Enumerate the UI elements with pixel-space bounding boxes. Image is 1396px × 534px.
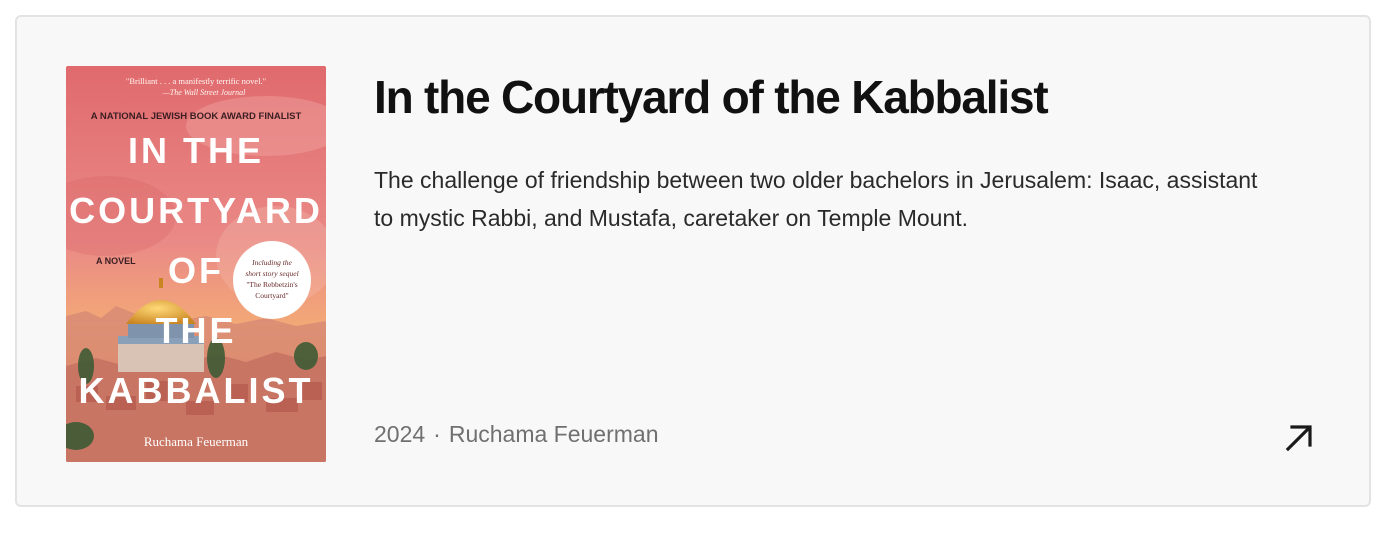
book-title[interactable]: In the Courtyard of the Kabbalist	[374, 67, 1049, 127]
cover-quote: "Brilliant . . . a manifestly terrific n…	[126, 76, 266, 86]
cover-title-line: IN THE	[128, 130, 264, 171]
cover-badge-line: Including the	[251, 258, 292, 267]
cover-title-line: KABBALIST	[79, 370, 314, 411]
cover-quote-source: —The Wall Street Journal	[162, 88, 247, 97]
cover-badge-line: Courtyard"	[255, 291, 288, 300]
book-card[interactable]: "Brilliant . . . a manifestly terrific n…	[15, 15, 1371, 507]
cover-badge-line: short story sequel	[245, 269, 298, 278]
arrow-up-right-icon[interactable]	[1279, 417, 1319, 457]
cover-title-line: THE	[156, 310, 237, 351]
publication-year: 2024	[374, 421, 426, 447]
cover-title-line: COURTYARD	[69, 190, 323, 231]
cover-badge-line: "The Rebbetzin's	[246, 280, 297, 289]
meta-separator: ·	[433, 421, 441, 447]
cover-author: Ruchama Feuerman	[144, 434, 249, 449]
cover-award: A NATIONAL JEWISH BOOK AWARD FINALIST	[91, 111, 302, 122]
book-cover-image[interactable]: "Brilliant . . . a manifestly terrific n…	[66, 66, 326, 462]
book-description: The challenge of friendship between two …	[374, 167, 1258, 231]
cover-genre: A NOVEL	[96, 256, 136, 266]
book-author: Ruchama Feuerman	[448, 421, 659, 447]
cover-title-line: OF	[168, 250, 224, 291]
book-meta: 2024 · Ruchama Feuerman	[374, 421, 659, 448]
